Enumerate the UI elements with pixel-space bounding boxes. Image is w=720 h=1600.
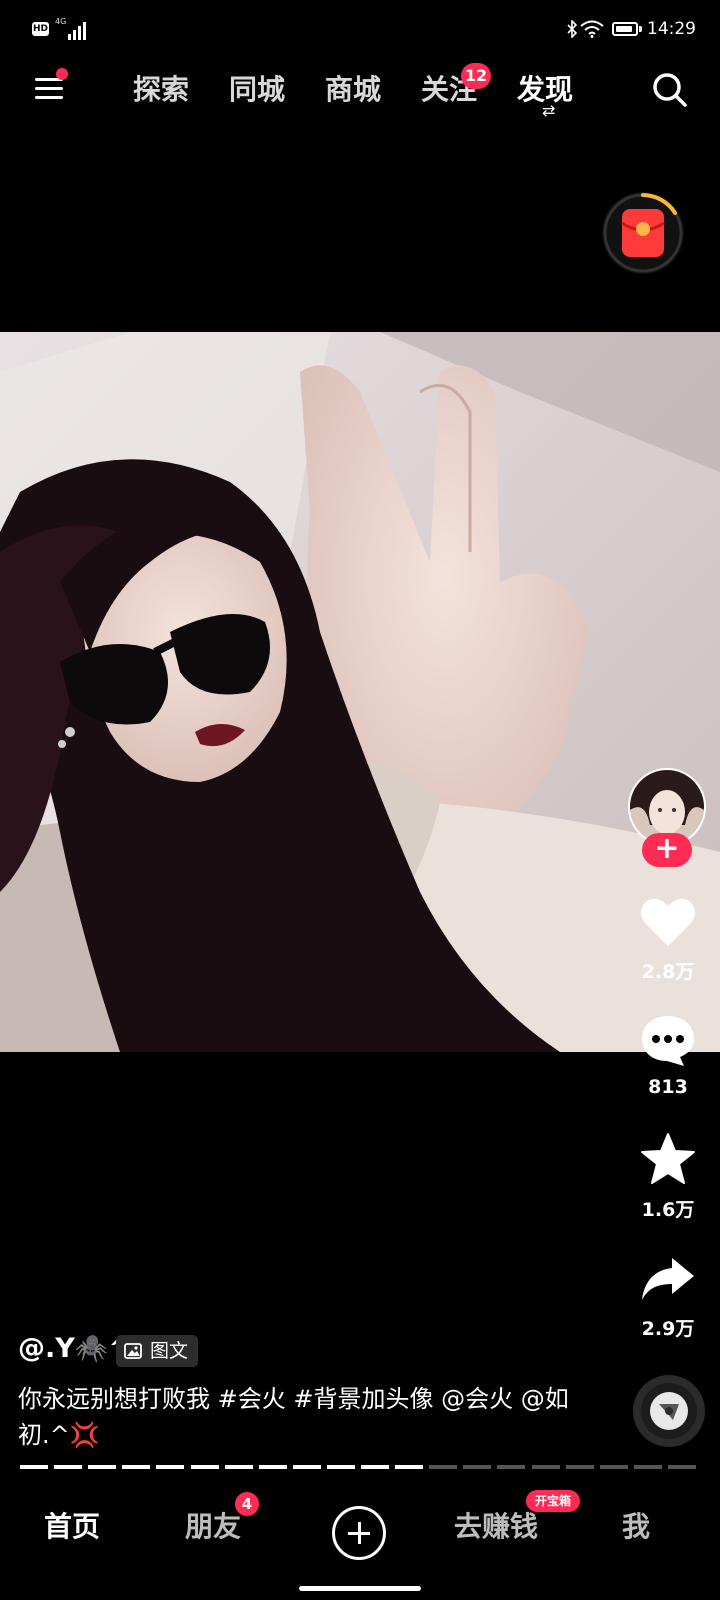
post-photo[interactable] [0,332,720,1052]
home-indicator [299,1586,421,1591]
treasure-box-badge: 开宝箱 [526,1490,580,1512]
author-name[interactable]: @.Y🕷️^ [18,1332,131,1364]
progress-dash [633,1465,662,1469]
tab-explore[interactable]: 探索 [133,68,189,108]
create-post-button[interactable] [332,1506,386,1560]
progress-dash [326,1465,355,1469]
progress-dash [156,1465,185,1469]
hd-indicator: HD [32,22,49,36]
progress-dash [88,1465,117,1469]
clock: 14:29 [647,19,696,39]
comment-icon[interactable] [640,1014,700,1070]
progress-dash [463,1465,492,1469]
image-page-progress [20,1465,702,1469]
progress-dash [190,1465,219,1469]
friends-badge: 4 [235,1492,259,1516]
progress-dash [54,1465,83,1469]
like-heart-icon[interactable] [640,896,700,952]
signal-icon [68,20,90,40]
nav-earn[interactable]: 去赚钱 [454,1505,538,1545]
follow-button[interactable]: + [642,833,692,867]
menu-notification-dot [56,68,68,80]
photo-post-label: 图文 [150,1340,189,1362]
following-badge: 12 [461,63,491,89]
music-disc-icon[interactable] [632,1374,706,1448]
network-type: 4G [55,17,67,26]
progress-dash [429,1465,458,1469]
post-caption[interactable]: 你永远别想打败我 #会火 #背景加头像 @会火 @如初.^💢 [18,1381,578,1453]
progress-dash [122,1465,151,1469]
photo-post-tag[interactable]: 图文 [116,1335,198,1367]
progress-dash [497,1465,526,1469]
share-count: 2.9万 [641,1318,695,1340]
progress-dash [292,1465,321,1469]
nav-friends[interactable]: 朋友 [185,1505,241,1545]
nav-me[interactable]: 我 [622,1505,650,1545]
progress-dash [361,1465,390,1469]
progress-dash [599,1465,628,1469]
battery-icon [612,22,638,36]
comment-count: 813 [648,1076,688,1098]
wifi-icon [580,20,604,38]
battery-tip [639,26,642,32]
tab-mall[interactable]: 商城 [325,68,381,108]
like-count: 2.8万 [641,961,695,983]
status-bar: HD 4G 14:29 [0,0,720,60]
favorite-count: 1.6万 [641,1199,695,1221]
share-arrow-icon[interactable] [640,1254,700,1310]
progress-dash [565,1465,594,1469]
nav-home[interactable]: 首页 [44,1505,100,1545]
image-icon [124,1343,142,1359]
progress-dash [667,1465,696,1469]
progress-dash [258,1465,287,1469]
progress-dash [395,1465,424,1469]
tab-nearby[interactable]: 同城 [229,68,285,108]
favorite-star-icon[interactable] [640,1132,700,1188]
progress-dash [531,1465,560,1469]
progress-dash [224,1465,253,1469]
search-icon[interactable] [650,70,690,110]
progress-dash [20,1465,49,1469]
red-packet-timer-icon[interactable] [601,191,685,275]
switch-arrows-icon[interactable]: ⇄ [542,103,566,119]
bluetooth-icon [566,19,578,42]
